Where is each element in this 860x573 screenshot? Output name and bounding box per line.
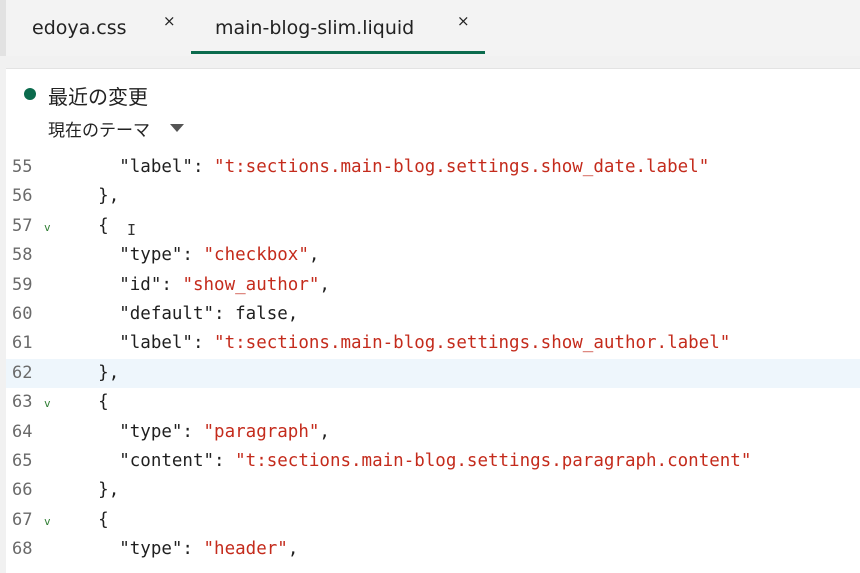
tab-bar: edoya.css × main-blog-slim.liquid × [0,0,860,56]
code-editor[interactable]: 55 "label": "t:sections.main-blog.settin… [6,155,860,573]
code-token: "content": [119,451,236,471]
code-text: "id": "show_author", [56,271,330,300]
code-line[interactable]: 65 "content": "t:sections.main-blog.sett… [6,447,860,476]
code-text: "type": "checkbox", [56,241,319,270]
text-cursor-icon: I [127,221,137,239]
code-token: "type": [119,421,204,442]
code-token: "label": [119,157,215,177]
theme-selector[interactable]: 現在のテーマ [48,116,150,141]
line-number: 57 [12,215,33,236]
code-line[interactable]: 60 "default": false, [6,300,860,329]
code-line[interactable]: 61 "label": "t:sections.main-blog.settin… [6,329,860,358]
line-number: 68 [12,539,33,560]
changes-header: 最近の変更 現在のテーマ [6,68,860,156]
code-line[interactable]: 63 v { [6,388,860,417]
tab-main-blog-slim-liquid[interactable]: main-blog-slim.liquid [215,0,455,56]
line-number: 55 [12,157,33,177]
tab-label: edoya.css [32,17,127,39]
code-line[interactable]: 66 }, [6,476,860,505]
code-text: { [56,388,109,417]
code-text: }, [56,476,119,505]
line-number: 62 [12,362,33,383]
string-token: "paragraph" [203,421,320,442]
code-token: "type": [119,245,204,266]
code-line[interactable]: 59 "id": "show_author", [6,271,860,300]
code-token: }, [98,362,120,383]
code-token: "default": false, [119,304,299,324]
code-text: "type": "paragraph", [56,418,330,447]
code-token: }, [98,186,120,207]
line-number: 59 [12,274,33,295]
recent-changes-title: 最近の変更 [48,85,148,109]
line-number: 60 [12,304,33,324]
tab-label: main-blog-slim.liquid [215,17,415,39]
code-line[interactable]: 58 "type": "checkbox", [6,241,860,270]
fold-chevron-icon[interactable]: v [44,397,51,410]
line-number: 61 [12,333,33,354]
string-token: "t:sections.main-blog.settings.show_date… [214,157,710,177]
fold-chevron-icon[interactable]: v [44,515,51,528]
code-token: }, [98,480,120,501]
line-number: 63 [12,392,33,413]
code-token: , [287,539,299,560]
code-text: }, [56,359,119,388]
tab-main-blog-slim-liquid-close-icon[interactable]: × [457,12,470,30]
code-token: { [98,392,109,413]
string-token: "checkbox" [203,245,309,266]
fold-chevron-icon[interactable]: v [44,221,51,234]
line-number: 64 [12,421,33,442]
code-line[interactable]: 67 v { [6,506,860,535]
code-line[interactable]: 62 }, [6,358,860,389]
string-token: "header" [203,539,288,560]
code-token: , [319,274,330,295]
line-number: 67 [12,509,33,530]
string-token: "t:sections.main-blog.settings.show_auth… [214,333,731,354]
code-token: "label": [119,333,215,354]
tab-bar-edge [0,0,6,56]
code-text: "label": "t:sections.main-blog.settings.… [56,329,730,358]
line-number: 56 [12,186,33,207]
line-number: 66 [12,480,33,501]
code-text: "content": "t:sections.main-blog.setting… [56,447,751,476]
code-line[interactable]: 56 }, [6,182,860,211]
active-tab-indicator [191,51,485,54]
code-line[interactable]: 68 "type": "header", [6,535,860,564]
code-text: "label": "t:sections.main-blog.settings.… [56,155,709,182]
chevron-down-icon[interactable] [170,124,184,132]
code-text: "type": "header", [56,535,298,564]
string-token: "t:sections.main-blog.settings.paragraph… [235,451,752,471]
code-token: { [98,215,109,236]
line-number: 65 [12,451,33,471]
string-token: "show_author" [182,274,320,295]
code-token: "id": [119,274,183,295]
status-dot-icon [24,88,36,100]
code-text: { [56,212,109,241]
code-token: { [98,509,109,530]
code-token: , [319,421,330,442]
code-text: "default": false, [56,300,298,329]
code-token: "type": [119,539,204,560]
code-text: }, [56,182,119,211]
line-number: 58 [12,245,33,266]
code-text: { [56,506,109,535]
code-token: , [308,245,320,266]
code-line[interactable]: 64 "type": "paragraph", [6,418,860,447]
code-line[interactable]: 55 "label": "t:sections.main-blog.settin… [6,155,860,182]
tab-edoya-css-close-icon[interactable]: × [163,12,176,30]
